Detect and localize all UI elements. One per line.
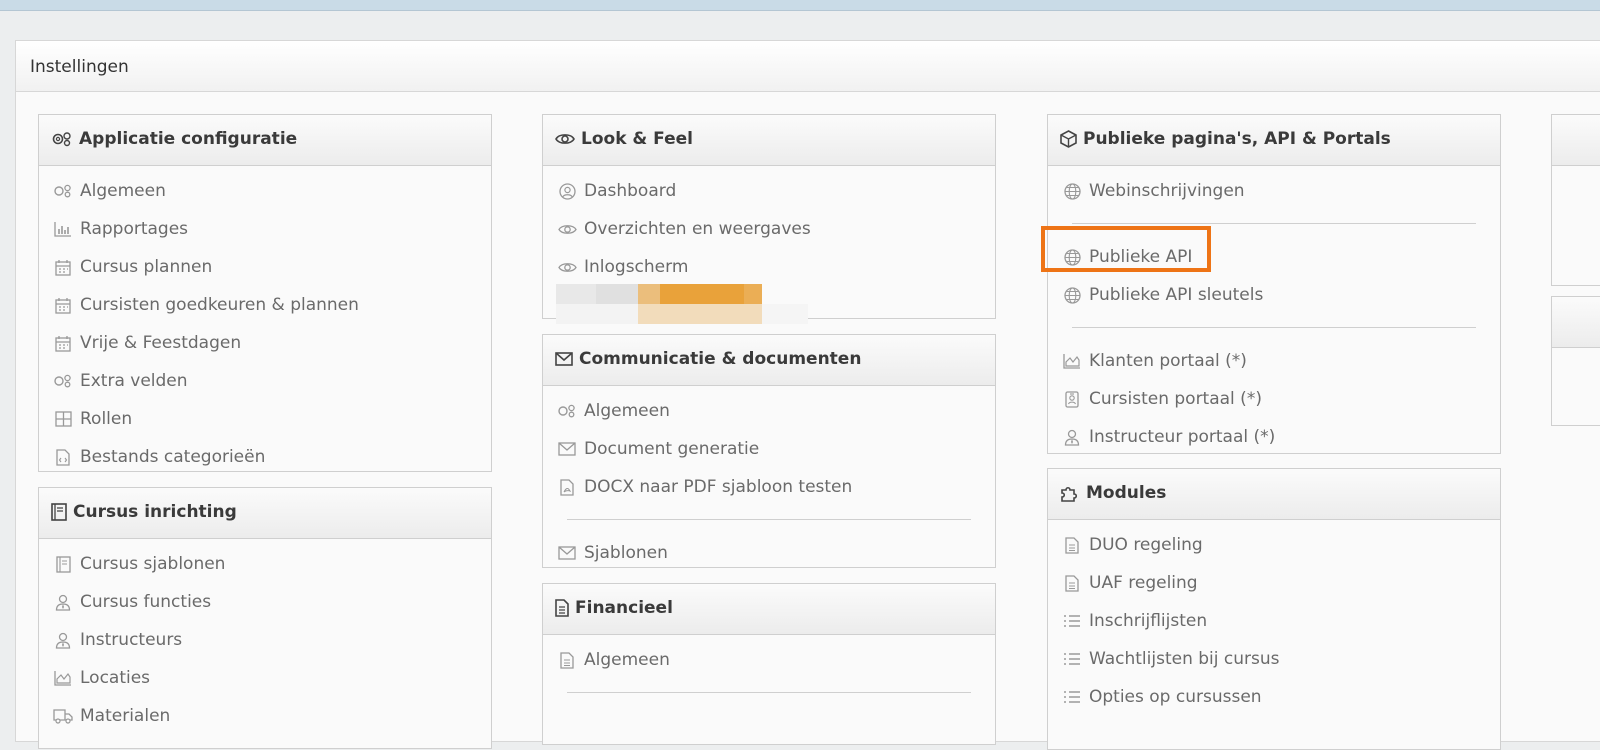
menu-item-rapportages[interactable]: Rapportages: [39, 210, 491, 248]
file-text-icon: [1062, 573, 1082, 593]
panel-title: Financieel: [575, 598, 673, 618]
calendar-icon: [53, 257, 73, 277]
menu-item-cursus-functies[interactable]: Cursus functies: [39, 583, 491, 621]
panel-title: Cursus inrichting: [73, 502, 237, 522]
menu-item-instructeur-portaal[interactable]: Instructeur portaal (*): [1048, 418, 1500, 456]
settings-header: Instellingen: [16, 41, 1600, 92]
eye-icon: [557, 219, 577, 239]
menu-item-uaf-regeling[interactable]: UAF regeling: [1048, 564, 1500, 602]
gears-icon: [53, 181, 73, 201]
gears-icon: [53, 371, 73, 391]
menu-item-wachtlijsten[interactable]: Wachtlijsten bij cursus: [1048, 640, 1500, 678]
envelope-icon: [557, 543, 577, 563]
menu-item-document-generatie[interactable]: Document generatie: [543, 430, 995, 468]
menu-item-docx-pdf[interactable]: DOCX naar PDF sjabloon testen: [543, 468, 995, 506]
file-text-icon: [557, 650, 577, 670]
envelope-icon: [557, 439, 577, 459]
gears-icon: [51, 130, 73, 148]
globe-icon: [1062, 285, 1082, 305]
panel-applicatie-configuratie: Applicatie configuratie Algemeen Rapport…: [38, 114, 492, 472]
panel-title: Look & Feel: [581, 129, 693, 149]
eye-icon: [555, 132, 575, 146]
panel-header: Applicatie configuratie: [39, 115, 491, 166]
menu-item-dashboard[interactable]: Dashboard: [543, 172, 995, 210]
area-chart-icon: [1062, 351, 1082, 371]
menu-item-extra-velden[interactable]: Extra velden: [39, 362, 491, 400]
id-badge-icon: [1062, 389, 1082, 409]
menu-item-cursisten-portaal[interactable]: Cursisten portaal (*): [1048, 380, 1500, 418]
menu-item-comm-algemeen[interactable]: Algemeen: [543, 392, 995, 430]
divider: [543, 506, 995, 534]
menu-item-cursus-sjablonen[interactable]: Cursus sjablonen: [39, 545, 491, 583]
menu-item-algemeen[interactable]: Algemeen: [39, 172, 491, 210]
panel-financieel: Financieel Algemeen: [542, 583, 996, 745]
redacted-item: [556, 284, 808, 328]
area-chart-icon: [53, 668, 73, 688]
file-code-icon: [53, 447, 73, 467]
menu-item-sjablonen[interactable]: Sjablonen: [543, 534, 995, 572]
menu-item-overzichten[interactable]: Overzichten en weergaves: [543, 210, 995, 248]
user-tie-icon: [53, 592, 73, 612]
book-icon: [53, 554, 73, 574]
user-tie-icon: [1062, 427, 1082, 447]
list-icon: [1062, 687, 1082, 707]
gears-icon: [557, 401, 577, 421]
menu-item-fin-algemeen[interactable]: Algemeen: [543, 641, 995, 679]
panel-title: Communicatie & documenten: [579, 349, 862, 369]
user-circle-icon: [557, 181, 577, 201]
eye-icon: [557, 257, 577, 277]
panel-column4-bottom: [1551, 296, 1600, 426]
menu-item-inschrijflijsten[interactable]: Inschrijflijsten: [1048, 602, 1500, 640]
panel-header: Communicatie & documenten: [543, 335, 995, 386]
menu-item-opties-cursussen[interactable]: Opties op cursussen: [1048, 678, 1500, 716]
panel-title: Applicatie configuratie: [79, 129, 298, 149]
truck-icon: [53, 706, 73, 726]
menu-item-duo-regeling[interactable]: DUO regeling: [1048, 526, 1500, 564]
menu-item-instructeurs[interactable]: Instructeurs: [39, 621, 491, 659]
menu-item-webinschrijvingen[interactable]: Webinschrijvingen: [1048, 172, 1500, 210]
menu-item-klanten-portaal[interactable]: Klanten portaal (*): [1048, 342, 1500, 380]
file-pdf-icon: [557, 477, 577, 497]
globe-icon: [1062, 181, 1082, 201]
book-icon: [51, 503, 67, 521]
panel-title: Modules: [1086, 483, 1167, 503]
panel-header: Publieke pagina's, API & Portals: [1048, 115, 1500, 166]
divider: [1048, 314, 1500, 342]
menu-item-cursus-plannen[interactable]: Cursus plannen: [39, 248, 491, 286]
user-tie-icon: [53, 630, 73, 650]
calendar-icon: [53, 295, 73, 315]
panel-communicatie-documenten: Communicatie & documenten Algemeen Docum…: [542, 334, 996, 568]
highlight-box: [1041, 226, 1211, 272]
menu-item-materialen[interactable]: Materialen: [39, 697, 491, 735]
page-title: Instellingen: [30, 57, 129, 77]
file-text-icon: [555, 599, 569, 617]
bar-chart-icon: [53, 219, 73, 239]
menu-item-locaties[interactable]: Locaties: [39, 659, 491, 697]
list-icon: [1062, 611, 1082, 631]
panel-header: Modules: [1048, 469, 1500, 520]
panel-title: Publieke pagina's, API & Portals: [1083, 129, 1391, 149]
menu-item-rollen[interactable]: Rollen: [39, 400, 491, 438]
panel-cursus-inrichting: Cursus inrichting Cursus sjablonen Cursu…: [38, 487, 492, 749]
envelope-icon: [555, 352, 573, 366]
panel-publieke-paginas: Publieke pagina's, API & Portals Webinsc…: [1047, 114, 1501, 454]
calendar-icon: [53, 333, 73, 353]
menu-item-publieke-api-sleutels[interactable]: Publieke API sleutels: [1048, 276, 1500, 314]
menu-item-vrije-feestdagen[interactable]: Vrije & Feestdagen: [39, 324, 491, 362]
cube-icon: [1060, 130, 1077, 148]
list-icon: [1062, 649, 1082, 669]
divider: [543, 679, 995, 707]
panel-modules: Modules DUO regeling UAF regeling Inschr…: [1047, 468, 1501, 750]
menu-item-inlogscherm[interactable]: Inlogscherm: [543, 248, 995, 286]
panel-header: Look & Feel: [543, 115, 995, 166]
top-banner: [0, 0, 1600, 11]
grid-icon: [53, 409, 73, 429]
panel-column4-top: [1551, 114, 1600, 286]
file-text-icon: [1062, 535, 1082, 555]
panel-header: Financieel: [543, 584, 995, 635]
menu-item-cursisten-goedkeuren[interactable]: Cursisten goedkeuren & plannen: [39, 286, 491, 324]
menu-item-bestands-categorieen[interactable]: Bestands categorieën: [39, 438, 491, 476]
panel-header: Cursus inrichting: [39, 488, 491, 539]
puzzle-icon: [1060, 484, 1080, 502]
